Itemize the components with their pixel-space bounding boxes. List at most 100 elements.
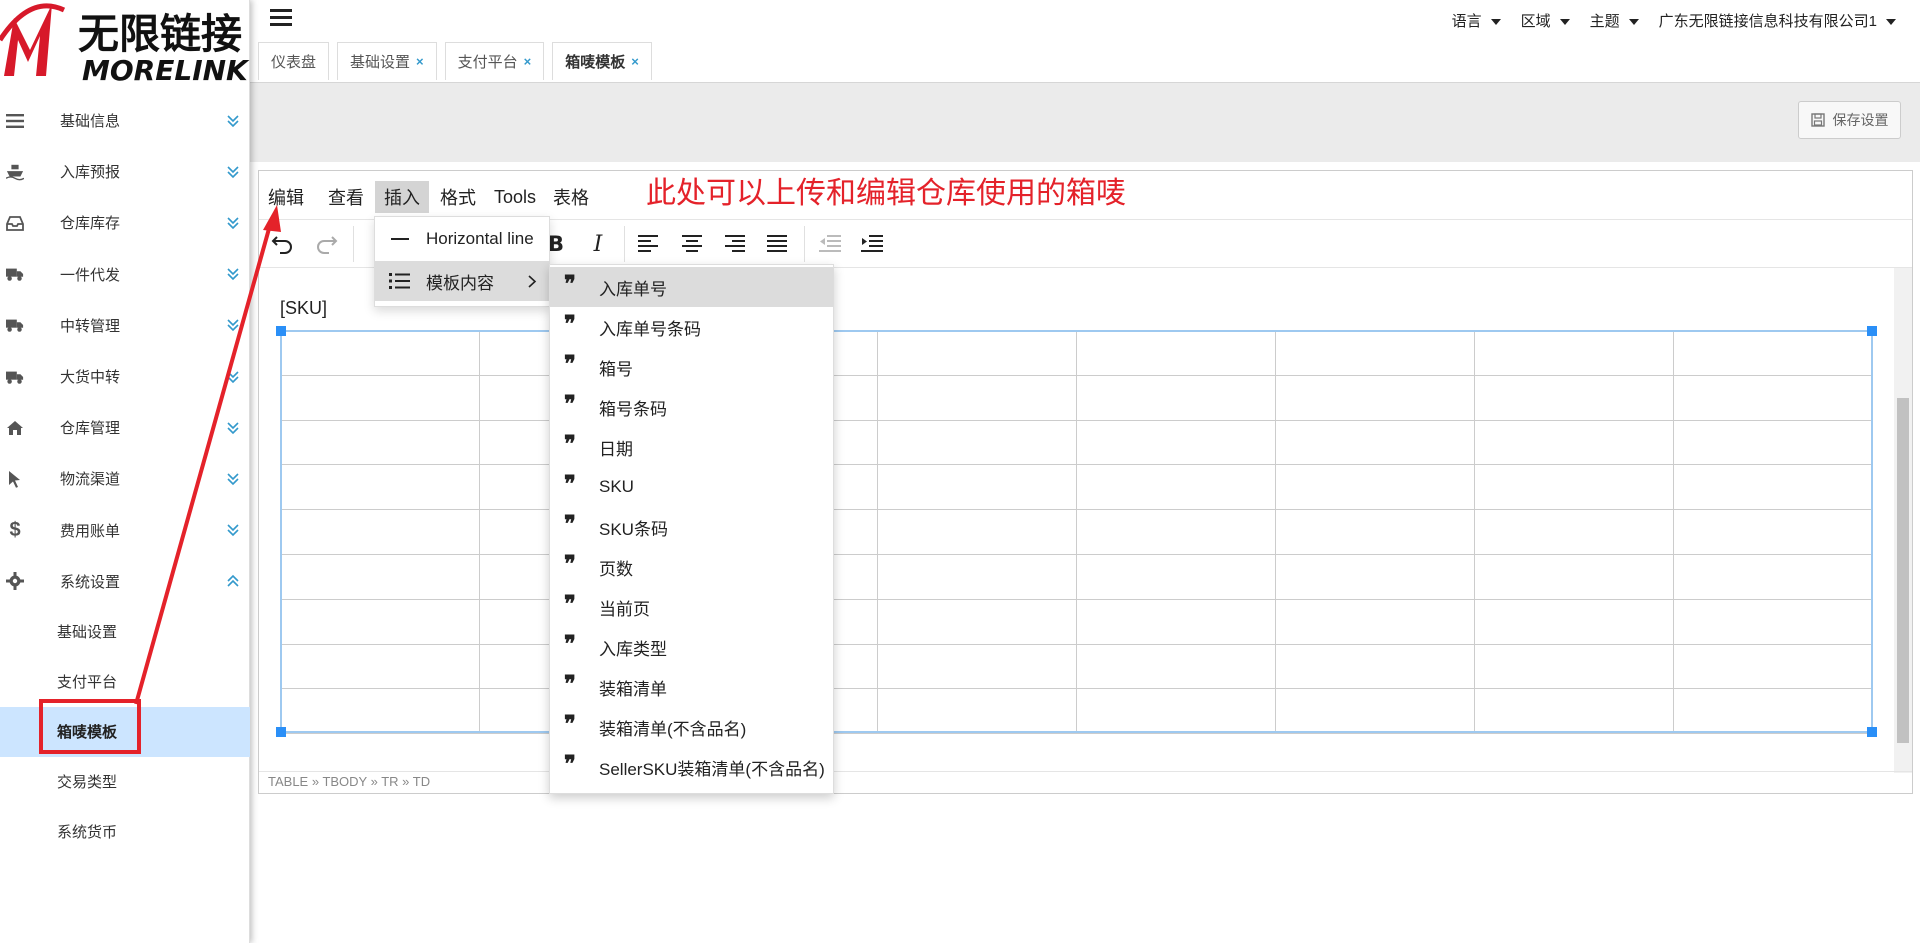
table-cell[interactable]	[1275, 419, 1475, 466]
table-cell[interactable]	[280, 643, 480, 690]
table-cell[interactable]	[1673, 419, 1873, 466]
theme-dropdown[interactable]: 主题	[1590, 10, 1639, 31]
table-cell[interactable]	[1275, 464, 1475, 511]
table-cell[interactable]	[280, 553, 480, 600]
table-cell[interactable]	[1474, 464, 1674, 511]
table-cell[interactable]	[1474, 688, 1674, 735]
sidebar-subitem[interactable]: 系统货币	[0, 807, 250, 857]
template-item[interactable]: ❞ 当前页	[550, 587, 833, 627]
tab[interactable]: 基础设置 ×	[337, 42, 437, 80]
sidebar-item[interactable]: 物流渠道	[0, 453, 250, 504]
table-cell[interactable]	[1275, 330, 1475, 376]
sidebar-item[interactable]: 基础信息	[0, 95, 250, 146]
table-cell[interactable]	[1673, 688, 1873, 735]
table-cell[interactable]	[1673, 464, 1873, 511]
menu-insert[interactable]: 插入	[375, 181, 429, 213]
template-item[interactable]: ❞ 入库类型	[550, 627, 833, 667]
language-dropdown[interactable]: 语言	[1452, 10, 1501, 31]
template-item[interactable]: ❞ 装箱清单	[550, 667, 833, 707]
sidebar-item[interactable]: $ 费用账单	[0, 505, 250, 556]
table-cell[interactable]	[877, 419, 1077, 466]
table-cell[interactable]	[1474, 553, 1674, 600]
template-item[interactable]: ❞ 页数	[550, 547, 833, 587]
sidebar-item[interactable]: 中转管理	[0, 300, 250, 351]
outdent-icon[interactable]	[814, 228, 846, 260]
save-settings-button[interactable]: 保存设置	[1798, 101, 1901, 139]
sidebar-item[interactable]: 仓库管理	[0, 402, 250, 453]
table-cell[interactable]	[1673, 374, 1873, 421]
menu-view[interactable]: 查看	[319, 181, 373, 213]
table-cell[interactable]	[1474, 419, 1674, 466]
menu-table[interactable]: 表格	[544, 181, 598, 213]
table-cell[interactable]	[1275, 509, 1475, 555]
table-cell[interactable]	[877, 509, 1077, 555]
table-cell[interactable]	[1673, 330, 1873, 376]
table-cell[interactable]	[877, 688, 1077, 735]
align-center-icon[interactable]	[676, 228, 708, 260]
table-cell[interactable]	[280, 419, 480, 466]
table-cell[interactable]	[1673, 509, 1873, 555]
table-cell[interactable]	[280, 688, 480, 735]
table-cell[interactable]	[1275, 598, 1475, 645]
table-cell[interactable]	[1474, 643, 1674, 690]
template-item[interactable]: ❞ 箱号条码	[550, 387, 833, 427]
tab-close-icon[interactable]: ×	[631, 54, 639, 69]
template-item[interactable]: ❞ 日期	[550, 427, 833, 467]
template-item[interactable]: ❞ 装箱清单(不含品名)	[550, 707, 833, 747]
redo-icon[interactable]	[310, 228, 342, 260]
table-cell[interactable]	[877, 374, 1077, 421]
template-item[interactable]: ❞ 入库单号	[550, 267, 833, 307]
template-item[interactable]: ❞ SKU条码	[550, 507, 833, 547]
sidebar-item[interactable]: 大货中转	[0, 351, 250, 402]
tab-close-icon[interactable]: ×	[416, 54, 424, 69]
sidebar-item[interactable]: 入库预报	[0, 146, 250, 197]
menu-format[interactable]: 格式	[431, 181, 485, 213]
table-cell[interactable]	[1076, 688, 1276, 735]
region-dropdown[interactable]: 区域	[1521, 10, 1570, 31]
table-cell[interactable]	[877, 330, 1077, 376]
table-cell[interactable]	[1076, 464, 1276, 511]
tab-close-icon[interactable]: ×	[524, 54, 532, 69]
table-cell[interactable]	[1076, 643, 1276, 690]
indent-icon[interactable]	[856, 228, 888, 260]
italic-icon[interactable]: I	[582, 228, 614, 260]
table-cell[interactable]	[1673, 643, 1873, 690]
table-cell[interactable]	[1275, 643, 1475, 690]
table-cell[interactable]	[280, 598, 480, 645]
sidebar-subitem[interactable]: 交易类型	[0, 757, 250, 807]
table-cell[interactable]	[877, 464, 1077, 511]
tab[interactable]: 仪表盘	[258, 42, 330, 80]
editor-scrollbar[interactable]	[1894, 268, 1912, 773]
menu-toggle-icon[interactable]	[270, 9, 292, 27]
table-cell[interactable]	[280, 374, 480, 421]
table-cell[interactable]	[1076, 419, 1276, 466]
editor-content[interactable]: [SKU]	[259, 268, 1895, 773]
scrollbar-thumb[interactable]	[1897, 398, 1909, 743]
table-cell[interactable]	[280, 464, 480, 511]
tab[interactable]: 箱唛模板 ×	[552, 42, 652, 80]
align-left-icon[interactable]	[633, 228, 665, 260]
sidebar-item[interactable]: 一件代发	[0, 249, 250, 300]
template-item[interactable]: ❞ SKU	[550, 467, 833, 507]
table-cell[interactable]	[1673, 598, 1873, 645]
sidebar-subitem[interactable]: 支付平台	[0, 657, 250, 707]
table-cell[interactable]	[280, 330, 480, 376]
align-justify-icon[interactable]	[761, 228, 793, 260]
table-cell[interactable]	[280, 509, 480, 555]
insert-template-content[interactable]: 模板内容	[375, 261, 549, 301]
table-cell[interactable]	[1474, 330, 1674, 376]
sidebar-subitem[interactable]: 箱唛模板	[0, 706, 250, 757]
undo-icon[interactable]	[267, 228, 299, 260]
table-cell[interactable]	[1076, 553, 1276, 600]
table-cell[interactable]	[1275, 688, 1475, 735]
table-cell[interactable]	[877, 643, 1077, 690]
table-cell[interactable]	[877, 598, 1077, 645]
table-cell[interactable]	[1076, 374, 1276, 421]
template-table[interactable]	[280, 330, 1873, 735]
insert-horizontal-line[interactable]: Horizontal line	[375, 219, 549, 259]
sidebar-item[interactable]: 系统设置	[0, 556, 250, 607]
table-cell[interactable]	[1673, 553, 1873, 600]
sidebar-subitem[interactable]: 基础设置	[0, 607, 250, 657]
table-cell[interactable]	[1474, 374, 1674, 421]
align-right-icon[interactable]	[718, 228, 750, 260]
